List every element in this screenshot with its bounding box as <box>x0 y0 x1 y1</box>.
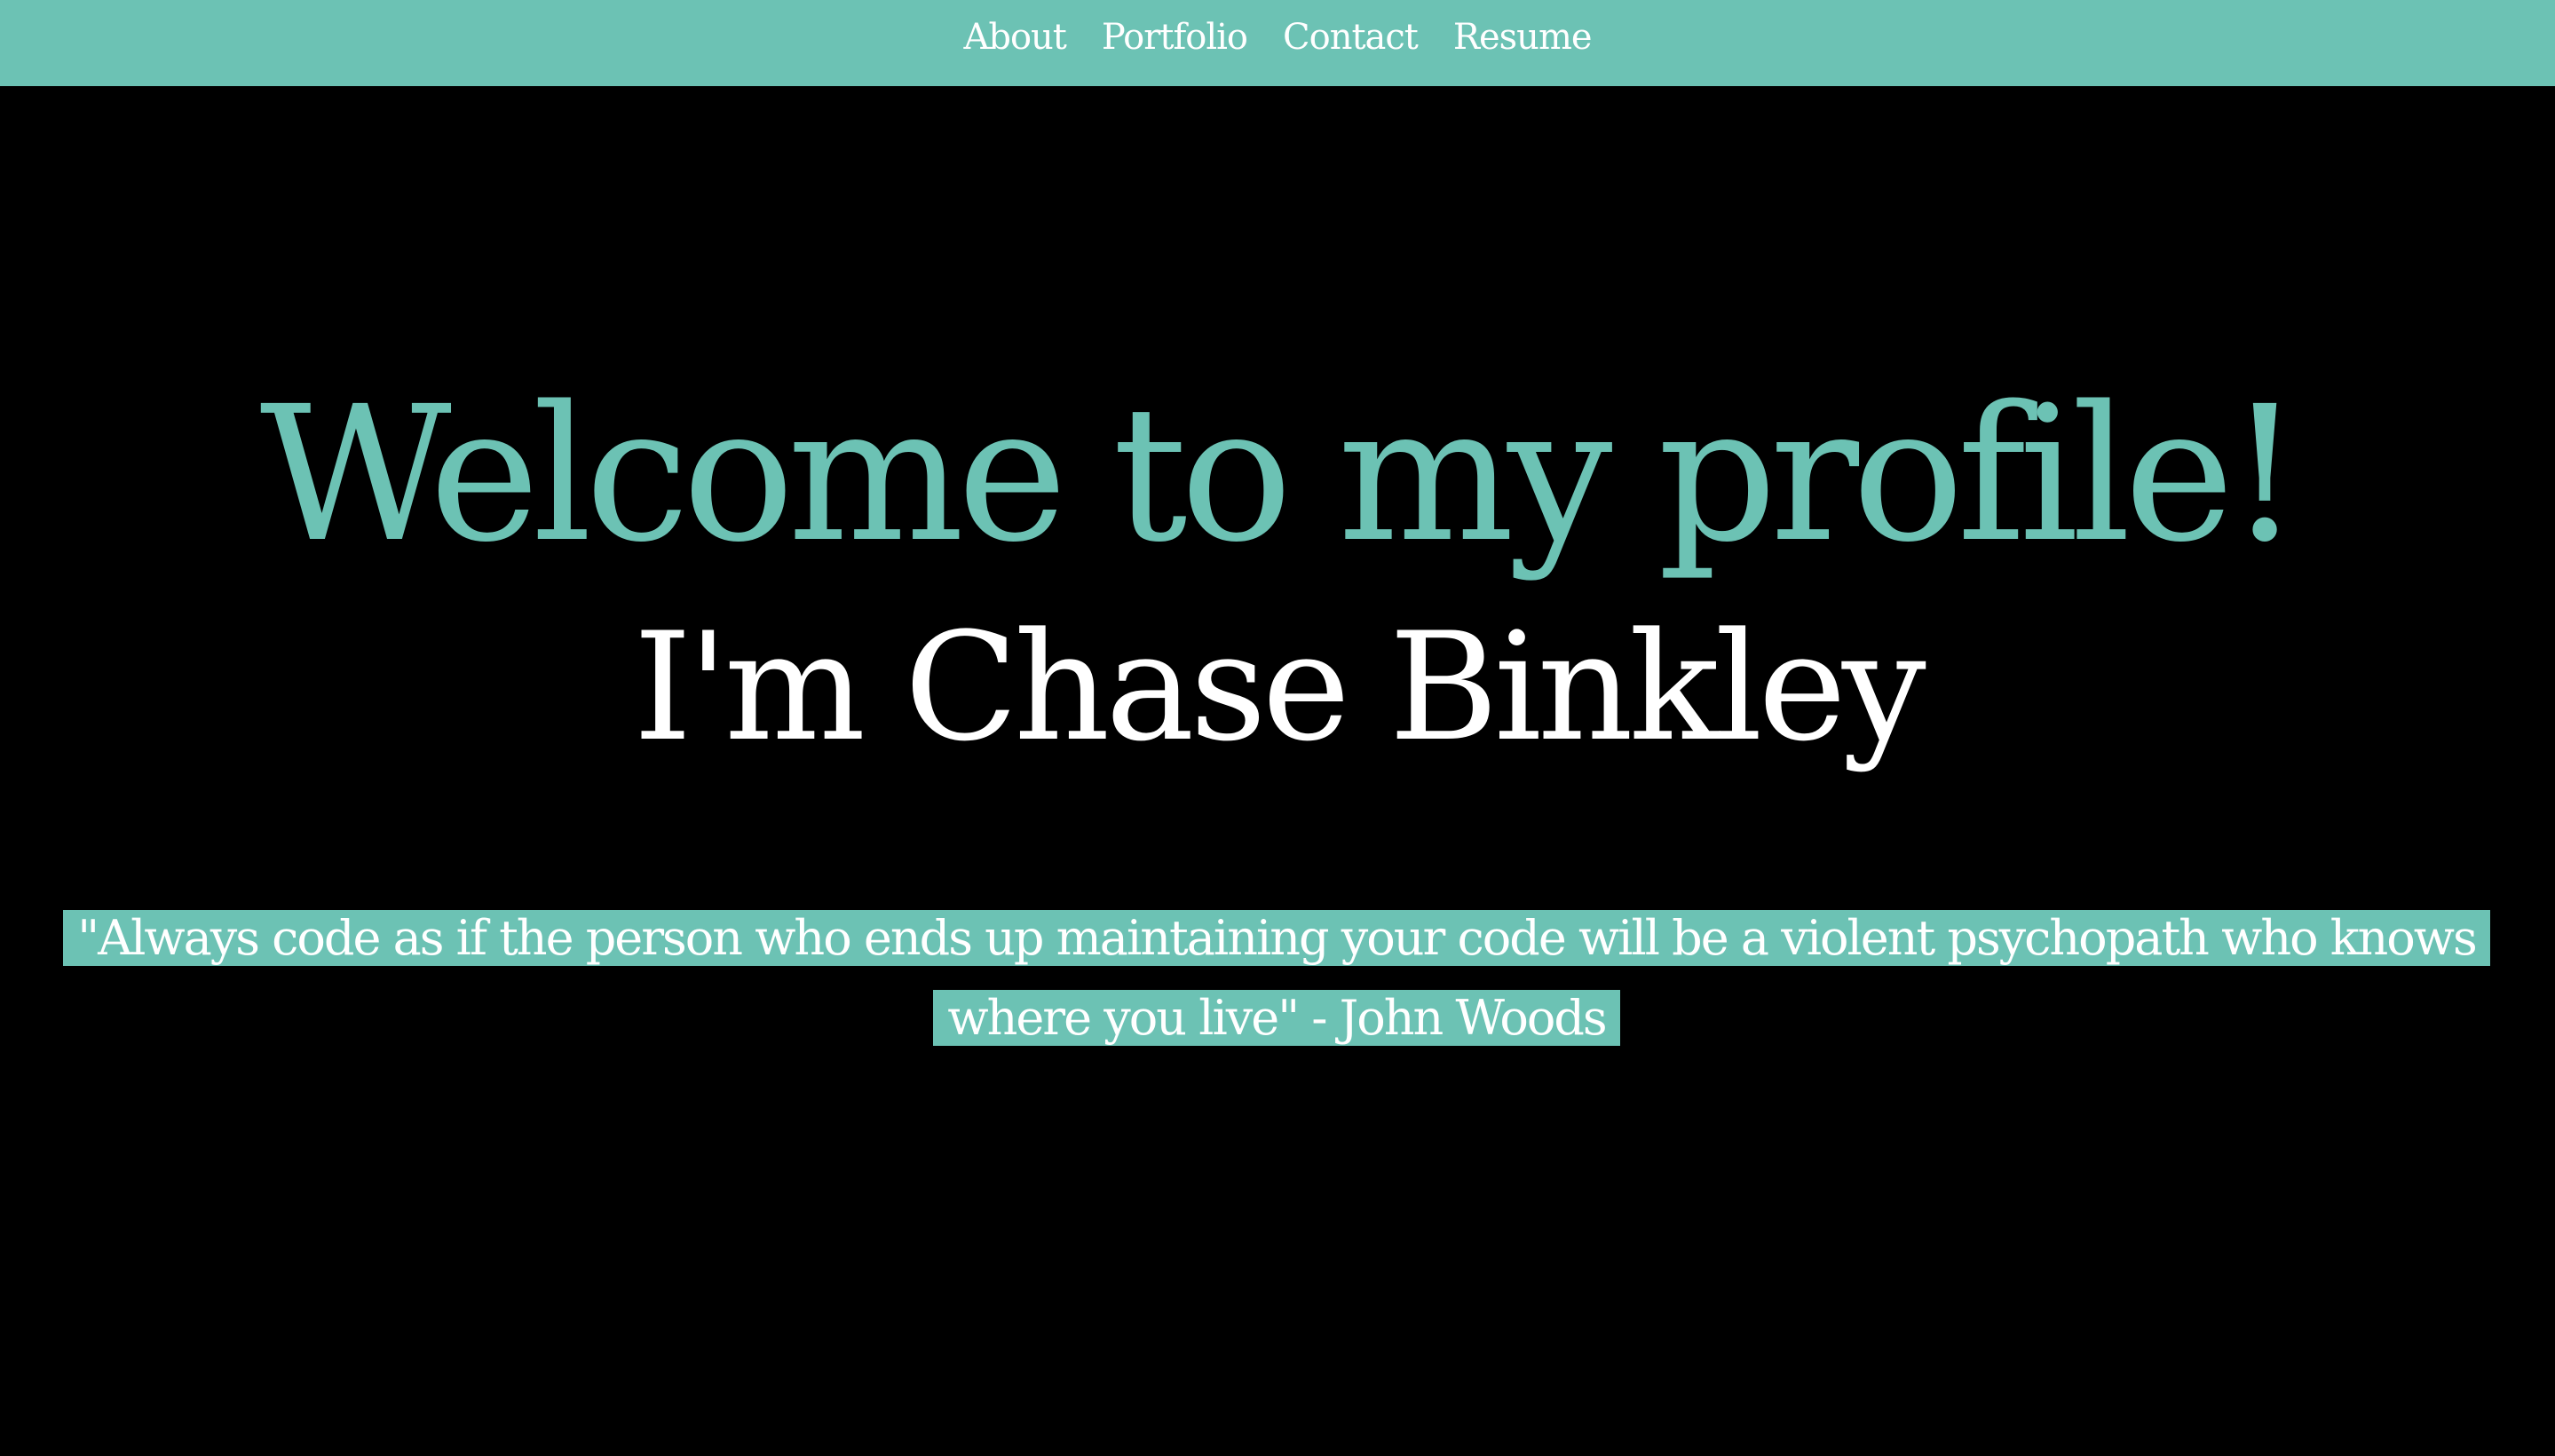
welcome-heading: Welcome to my profile! <box>259 366 2302 583</box>
nav-link-contact[interactable]: Contact <box>1283 20 1419 67</box>
nav-link-portfolio[interactable]: Portfolio <box>1102 20 1248 67</box>
top-navbar: About Portfolio Contact Resume <box>0 0 2555 86</box>
nav-link-about[interactable]: About <box>963 20 1066 67</box>
name-subheading: I'm Chase Binkley <box>633 600 1926 774</box>
nav-link-resume[interactable]: Resume <box>1453 20 1593 67</box>
quote-block: "Always code as if the person who ends u… <box>39 898 2514 1058</box>
quote-text: "Always code as if the person who ends u… <box>63 910 2490 1046</box>
